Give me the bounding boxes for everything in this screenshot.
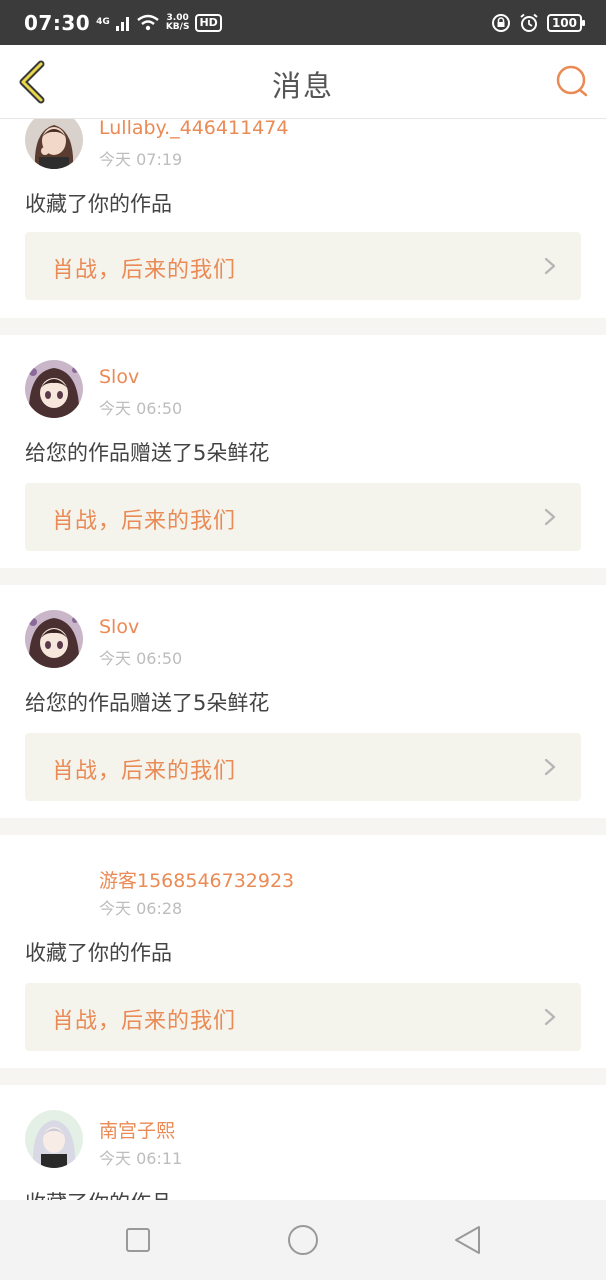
user-name[interactable]: 南宫子熙 (99, 1116, 175, 1143)
avatar[interactable] (25, 119, 83, 169)
network-type: 4G (96, 17, 110, 27)
user-name[interactable]: Slov (99, 366, 139, 388)
header-bar: 消息 (0, 45, 606, 119)
status-bar: 07:30 4G 3.00 KB/S HD 100 (0, 0, 606, 45)
alarm-icon (520, 13, 538, 32)
page-title: 消息 (271, 69, 334, 103)
message-action: 收藏了你的作品 (25, 941, 172, 965)
system-back-button[interactable] (450, 1222, 486, 1258)
message-action: 收藏了你的作品 (25, 1187, 172, 1200)
circle-icon (288, 1225, 318, 1255)
avatar[interactable] (25, 610, 83, 668)
chevron-right-icon (544, 758, 556, 776)
hd-badge: HD (195, 13, 222, 32)
work-link[interactable]: 肖战，后来的我们 (25, 232, 581, 300)
message-action: 给您的作品赠送了5朵鲜花 (25, 691, 270, 715)
work-link[interactable]: 肖战，后来的我们 (25, 483, 581, 551)
user-name[interactable]: Slov (99, 616, 139, 638)
chevron-right-icon (544, 1008, 556, 1026)
message-action: 给您的作品赠送了5朵鲜花 (25, 441, 270, 465)
user-name[interactable]: Lullaby._446411474 (99, 119, 288, 139)
triangle-back-icon (455, 1226, 480, 1254)
work-title: 肖战，后来的我们 (52, 1009, 237, 1034)
anime-avatar-icon (25, 360, 83, 418)
work-link[interactable]: 肖战，后来的我们 (25, 733, 581, 801)
chevron-right-icon (544, 257, 556, 275)
message-list[interactable]: Lullaby._446411474 今天 07:19 收藏了你的作品 肖战，后… (0, 119, 606, 1200)
home-button[interactable] (285, 1222, 321, 1258)
work-title: 肖战，后来的我们 (52, 759, 237, 784)
message-action: 收藏了你的作品 (25, 192, 172, 216)
message-time: 今天 06:28 (99, 899, 183, 918)
signal-icon (115, 16, 129, 31)
speed-unit: KB/S (165, 21, 190, 32)
search-button[interactable] (554, 63, 590, 99)
avatar[interactable] (25, 360, 83, 418)
list-item[interactable]: Lullaby._446411474 今天 07:19 收藏了你的作品 肖战，后… (0, 119, 606, 318)
message-time: 今天 06:50 (99, 649, 183, 668)
system-nav-bar (0, 1200, 606, 1280)
user-name[interactable]: 游客1568546732923 (99, 866, 294, 893)
wifi-icon (137, 14, 159, 30)
anime-avatar-icon (25, 610, 83, 668)
square-icon (126, 1228, 150, 1252)
network-speed: 3.00 KB/S (165, 13, 190, 32)
message-time: 今天 06:50 (99, 399, 183, 418)
work-link[interactable]: 肖战，后来的我们 (25, 983, 581, 1051)
battery-indicator: 100 (546, 13, 586, 32)
search-icon (556, 65, 588, 97)
avatar[interactable] (25, 1110, 83, 1168)
list-item[interactable]: Slov 今天 06:50 给您的作品赠送了5朵鲜花 肖战，后来的我们 (0, 585, 606, 818)
list-item[interactable]: 南宫子熙 今天 06:11 收藏了你的作品 (0, 1085, 606, 1200)
chevron-right-icon (544, 508, 556, 526)
recent-apps-button[interactable] (120, 1222, 156, 1258)
list-item[interactable]: 游客1568546732923 今天 06:28 收藏了你的作品 肖战，后来的我… (0, 835, 606, 1068)
list-item[interactable]: Slov 今天 06:50 给您的作品赠送了5朵鲜花 肖战，后来的我们 (0, 335, 606, 568)
girl-avatar-icon (25, 119, 83, 169)
work-title: 肖战，后来的我们 (52, 509, 237, 534)
anime-girl-avatar-icon (25, 1110, 83, 1168)
message-time: 今天 07:19 (99, 150, 183, 169)
status-time: 07:30 (24, 10, 91, 35)
lock-rotation-icon (491, 13, 510, 32)
work-title: 肖战，后来的我们 (52, 258, 237, 283)
message-time: 今天 06:11 (99, 1149, 183, 1168)
